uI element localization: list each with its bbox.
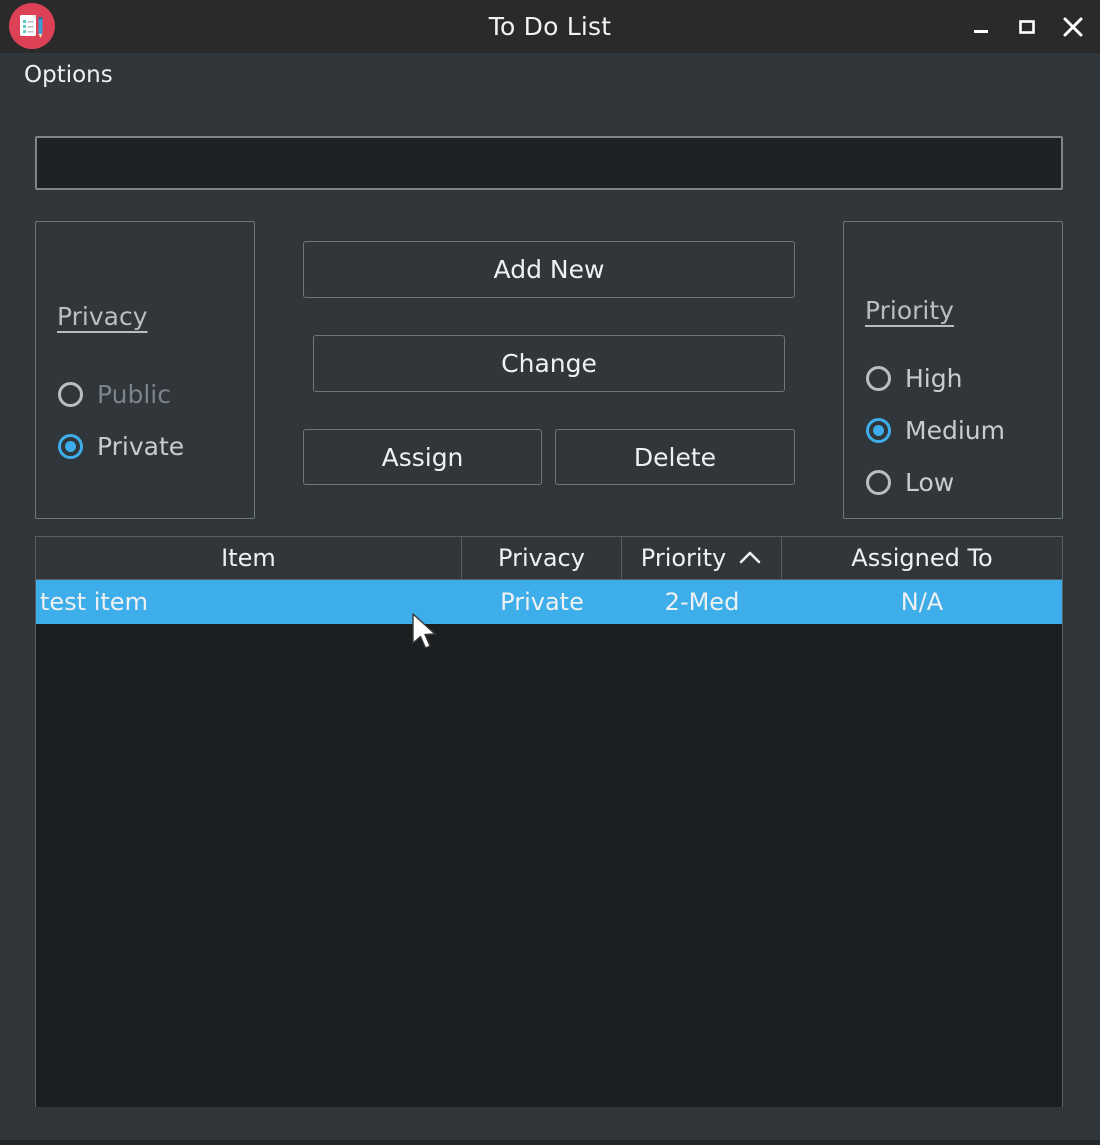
column-header-privacy[interactable]: Privacy <box>462 537 622 579</box>
todo-text-input[interactable] <box>35 136 1063 190</box>
radio-checked-icon <box>58 433 83 459</box>
maximize-icon[interactable] <box>1008 8 1046 46</box>
radio-priority-medium[interactable]: Medium <box>866 413 1005 447</box>
title-bar: To Do List <box>0 0 1100 53</box>
delete-button[interactable]: Delete <box>555 429 795 485</box>
radio-priority-low[interactable]: Low <box>866 465 954 499</box>
radio-priority-medium-label: Medium <box>905 415 1005 445</box>
radio-unchecked-icon <box>866 365 891 391</box>
column-header-priority-label: Priority <box>640 544 727 572</box>
table-row[interactable]: test item Private 2-Med N/A <box>36 580 1062 624</box>
todo-list-window: To Do List Options Privacy Public Privat… <box>0 0 1100 1145</box>
add-new-button[interactable]: Add New <box>303 241 795 298</box>
radio-dot-icon <box>65 440 76 452</box>
priority-group-box: Priority High Medium Low <box>843 221 1063 519</box>
cell-privacy: Private <box>500 588 584 616</box>
radio-priority-low-label: Low <box>905 467 955 497</box>
radio-dot-icon <box>873 424 884 436</box>
radio-privacy-private[interactable]: Private <box>58 429 184 463</box>
column-header-assigned-to[interactable]: Assigned To <box>782 537 1062 579</box>
window-title: To Do List <box>488 12 612 41</box>
radio-privacy-public-label: Public <box>97 379 171 409</box>
privacy-group-box: Privacy Public Private <box>35 221 255 519</box>
menu-bar: Options <box>0 53 1100 101</box>
close-icon[interactable] <box>1054 8 1092 46</box>
column-header-item-label: Item <box>221 544 276 572</box>
radio-checked-icon <box>866 417 891 443</box>
sort-ascending-icon <box>738 550 762 566</box>
radio-privacy-private-label: Private <box>97 431 185 461</box>
priority-group-title: Priority <box>865 296 954 325</box>
radio-unchecked-icon <box>58 381 83 407</box>
todo-table: Item Privacy Priority Assigned To test i… <box>35 536 1063 1107</box>
bottom-strip <box>0 1140 1100 1145</box>
cell-item: test item <box>40 588 148 616</box>
column-header-priority[interactable]: Priority <box>622 537 782 579</box>
column-header-privacy-label: Privacy <box>498 544 585 572</box>
change-button[interactable]: Change <box>313 335 785 392</box>
column-header-item[interactable]: Item <box>36 537 462 579</box>
column-header-assigned-to-label: Assigned To <box>851 544 993 572</box>
privacy-group-title: Privacy <box>57 302 148 331</box>
minimize-icon[interactable] <box>962 8 1000 46</box>
menu-item-options[interactable]: Options <box>20 60 117 90</box>
cell-assigned-to: N/A <box>900 588 944 616</box>
radio-priority-high[interactable]: High <box>866 361 962 395</box>
radio-unchecked-icon <box>866 469 891 495</box>
assign-button[interactable]: Assign <box>303 429 542 485</box>
radio-privacy-public[interactable]: Public <box>58 377 171 411</box>
cell-priority: 2-Med <box>664 588 740 616</box>
table-header-row: Item Privacy Priority Assigned To <box>36 537 1062 580</box>
radio-priority-high-label: High <box>905 363 963 393</box>
